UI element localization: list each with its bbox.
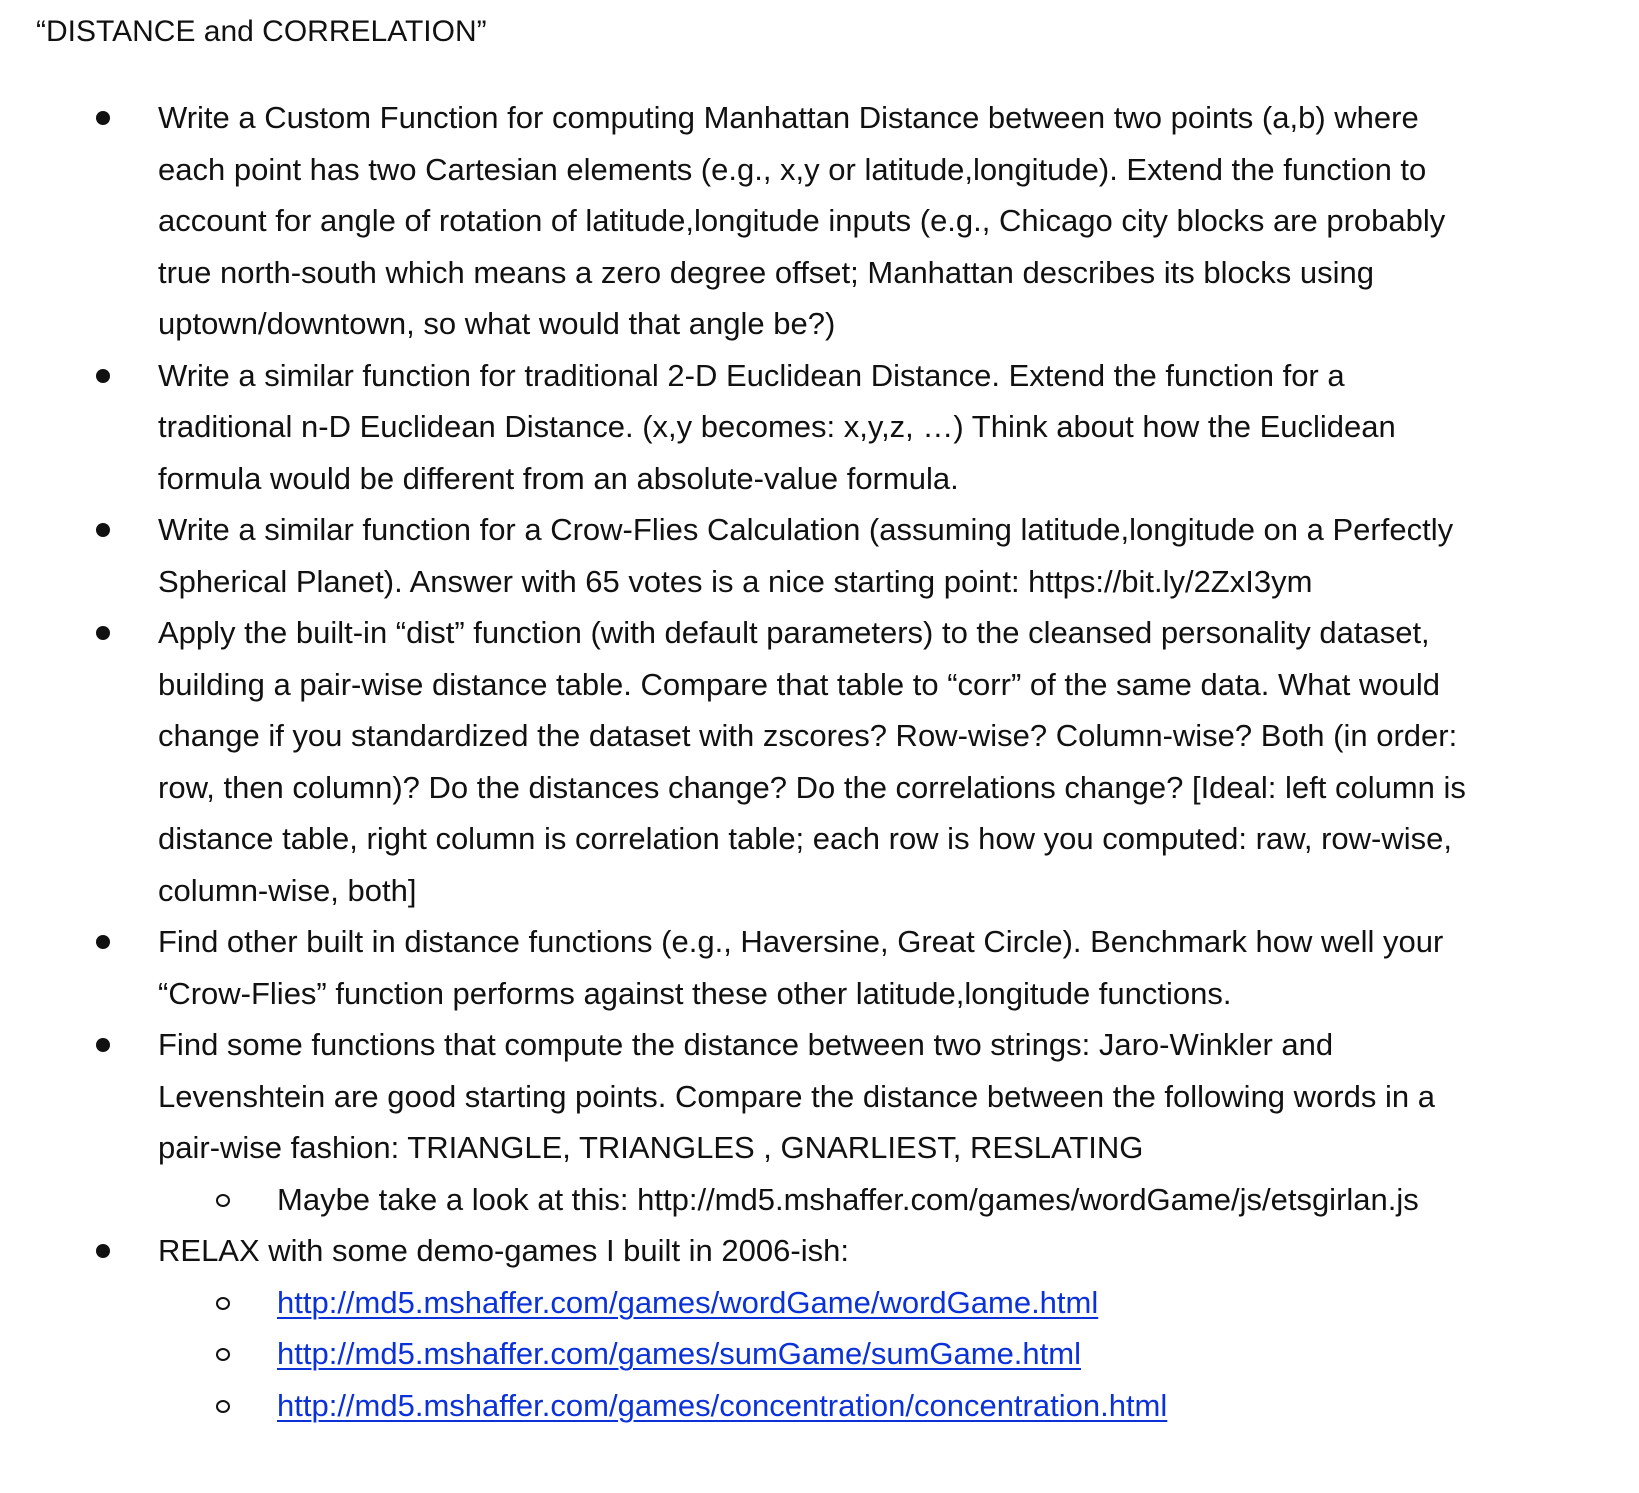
text-line: change if you standardized the dataset w… [158, 718, 1458, 753]
sub-list: Maybe take a look at this: http://md5.ms… [158, 1174, 1599, 1226]
text-line: each point has two Cartesian elements (e… [158, 151, 1427, 187]
text-line: Find other built in distance functions (… [158, 924, 1444, 959]
text-line: “Crow-Flies” function performs against t… [158, 975, 1232, 1011]
demo-game-links: http://md5.mshaffer.com/games/wordGame/w… [158, 1277, 1599, 1432]
sum-game-link[interactable]: http://md5.mshaffer.com/games/sumGame/su… [277, 1336, 1081, 1371]
bullet-icon [96, 935, 110, 949]
bullet-icon [96, 523, 110, 537]
list-item-demo-games: RELAX with some demo-games I built in 20… [0, 1225, 1639, 1431]
text-line: Find some functions that compute the dis… [158, 1027, 1334, 1062]
hollow-circle-bullet-icon [216, 1296, 230, 1310]
bullet-icon [96, 1244, 110, 1258]
list-item-euclidean-distance: Write a similar function for traditional… [0, 350, 1639, 505]
text-line: true north-south which means a zero degr… [158, 254, 1374, 290]
list-item-string-distance: Find some functions that compute the dis… [0, 1019, 1639, 1225]
text-line: account for angle of rotation of latitud… [158, 203, 1446, 238]
hollow-circle-bullet-icon [216, 1193, 230, 1207]
list-item-manhattan-distance: Write a Custom Function for computing Ma… [0, 92, 1639, 350]
bullet-icon [96, 626, 110, 640]
text-line: RELAX with some demo-games I built in 20… [158, 1233, 849, 1268]
text-line: Write a similar function for traditional… [158, 357, 1345, 393]
sub-item-text: Maybe take a look at this: http://md5.ms… [277, 1181, 1419, 1217]
sub-list-item: http://md5.mshaffer.com/games/wordGame/w… [0, 1277, 1599, 1329]
list-item-built-in-distance-functions: Find other built in distance functions (… [0, 916, 1639, 1019]
word-game-link[interactable]: http://md5.mshaffer.com/games/wordGame/w… [277, 1285, 1098, 1320]
text-line: column-wise, both] [158, 872, 417, 908]
text-line: building a pair-wise distance table. Com… [158, 666, 1440, 702]
text-line: pair-wise fashion: TRIANGLE, TRIANGLES ,… [158, 1130, 1144, 1165]
document-title: “DISTANCE and CORRELATION” [36, 15, 487, 48]
text-line: Apply the built-in “dist” function (with… [158, 615, 1430, 650]
text-line: traditional n-D Euclidean Distance. (x,y… [158, 409, 1396, 444]
bullet-icon [96, 368, 110, 383]
bullet-icon [96, 111, 110, 125]
text-line: distance table, right column is correlat… [158, 821, 1452, 856]
sub-list-item: http://md5.mshaffer.com/games/sumGame/su… [0, 1328, 1599, 1380]
sub-list-item: Maybe take a look at this: http://md5.ms… [0, 1174, 1599, 1226]
text-line: Write a Custom Function for computing Ma… [158, 100, 1419, 135]
text-line: row, then column)? Do the distances chan… [158, 769, 1466, 805]
list-item-dist-and-corr: Apply the built-in “dist” function (with… [0, 607, 1639, 916]
text-line: formula would be different from an absol… [158, 460, 959, 496]
text-line: uptown/downtown, so what would that angl… [158, 306, 836, 341]
bullet-icon [96, 1038, 110, 1052]
hollow-circle-bullet-icon [216, 1399, 230, 1413]
list-item-crow-flies: Write a similar function for a Crow-Flie… [0, 504, 1639, 607]
sub-list-item: http://md5.mshaffer.com/games/concentrat… [0, 1380, 1599, 1432]
hollow-circle-bullet-icon [216, 1348, 230, 1361]
concentration-game-link[interactable]: http://md5.mshaffer.com/games/concentrat… [277, 1388, 1167, 1423]
text-line: Spherical Planet). Answer with 65 votes … [158, 563, 1313, 599]
text-line: Levenshtein are good starting points. Co… [158, 1078, 1435, 1114]
assignment-list: Write a Custom Function for computing Ma… [0, 92, 1639, 1431]
text-line: Write a similar function for a Crow-Flie… [158, 512, 1454, 547]
document-page: “DISTANCE and CORRELATION” Write a Custo… [0, 0, 1639, 1493]
